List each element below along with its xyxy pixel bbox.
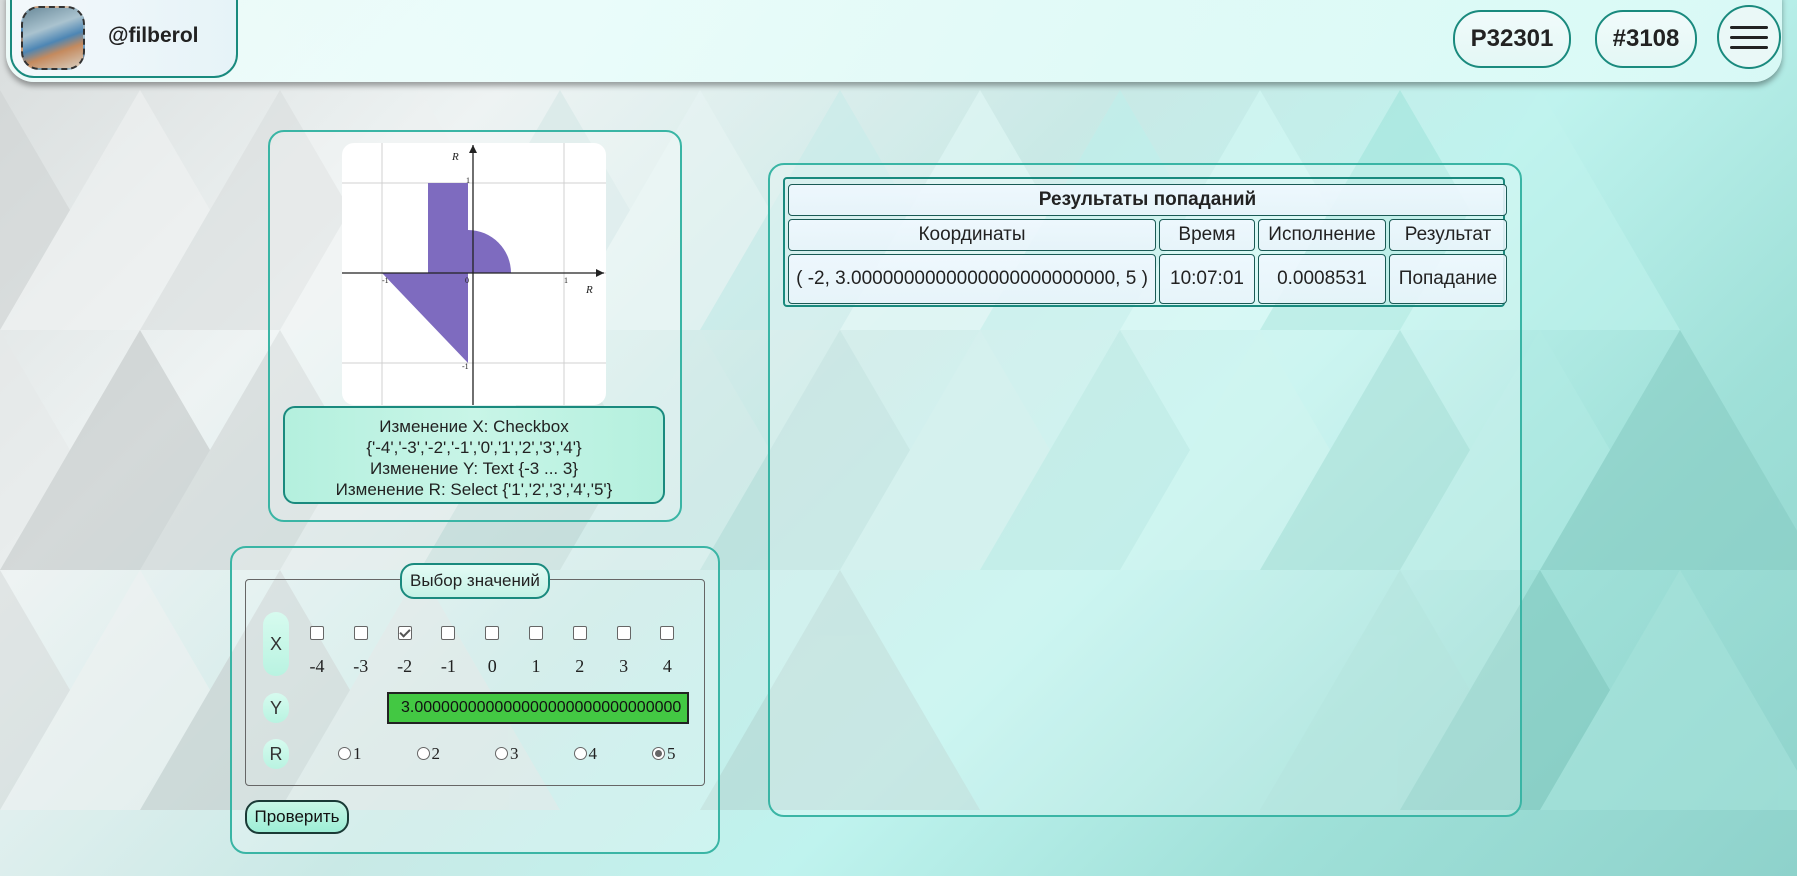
results-table: Результаты попаданий Координаты Время Ис… bbox=[785, 181, 1510, 307]
r-radio[interactable] bbox=[573, 747, 587, 760]
x-checkbox-label: 3 bbox=[619, 656, 629, 676]
x-checkbox[interactable] bbox=[353, 626, 368, 640]
avatar[interactable] bbox=[21, 6, 85, 70]
username: @filberol bbox=[108, 24, 199, 47]
r-radio[interactable] bbox=[652, 747, 665, 760]
r-row-label: R bbox=[263, 739, 289, 769]
x-checkbox-label: 2 bbox=[575, 656, 585, 676]
r-radio-label: 5 bbox=[667, 744, 676, 763]
info-line-y: Изменение Y: Text {-3 ... 3} bbox=[369, 459, 579, 478]
col-execution: Исполнение bbox=[1258, 219, 1386, 251]
tick-neg1-left: -1 bbox=[382, 276, 389, 285]
x-checkbox[interactable] bbox=[572, 626, 587, 640]
axis-r-top: R bbox=[451, 151, 459, 163]
axis-r-right: R bbox=[585, 284, 593, 296]
tick-1-top: 1 bbox=[466, 176, 470, 185]
r-radio[interactable] bbox=[338, 747, 351, 760]
graph-area-quarter-circle bbox=[468, 230, 511, 273]
r-radio-label: 3 bbox=[510, 744, 519, 763]
cell-time: 10:07:01 bbox=[1159, 254, 1255, 304]
results-title: Результаты попаданий bbox=[788, 184, 1507, 216]
cell-result: Попадание bbox=[1389, 254, 1507, 304]
x-checkbox-label: 4 bbox=[662, 656, 672, 676]
col-time: Время bbox=[1159, 219, 1255, 251]
group-badge[interactable]: P32301 bbox=[1453, 10, 1571, 68]
check-button[interactable]: Проверить bbox=[245, 800, 349, 834]
area-graph[interactable]: -1 1 1 -1 0 R R bbox=[342, 143, 606, 405]
r-radio-label: 2 bbox=[431, 744, 441, 763]
graph-area-triangle bbox=[382, 273, 468, 363]
x-checkbox[interactable] bbox=[529, 626, 543, 640]
info-line-x: Изменение X: Checkbox bbox=[379, 417, 569, 436]
x-checkbox[interactable] bbox=[485, 626, 500, 640]
x-row-label: X bbox=[263, 612, 289, 676]
info-line-x-values: {'-4','-3','-2','-1','0','1','2','3','4'… bbox=[366, 438, 582, 457]
cell-execution: 0.0008531 bbox=[1258, 254, 1386, 304]
tick-1-right: 1 bbox=[564, 276, 568, 285]
info-line-r: Изменение R: Select {'1','2','3','4','5'… bbox=[335, 480, 613, 499]
cell-coordinates: ( -2, 3.0000000000000000000000000, 5 ) bbox=[788, 254, 1156, 304]
x-checkbox[interactable] bbox=[616, 626, 631, 640]
x-checkbox[interactable] bbox=[310, 626, 324, 640]
col-result: Результат bbox=[1389, 219, 1507, 251]
values-fieldset bbox=[245, 579, 705, 786]
x-checkbox[interactable] bbox=[660, 626, 675, 640]
table-row: ( -2, 3.0000000000000000000000000, 5 ) 1… bbox=[788, 254, 1507, 304]
x-checkbox[interactable] bbox=[397, 626, 412, 640]
y-input[interactable] bbox=[387, 692, 689, 724]
variant-info-box: Изменение X: Checkbox {'-4','-3','-2','-… bbox=[283, 406, 665, 504]
r-radio-label: 1 bbox=[353, 744, 362, 763]
graph-svg: -1 1 1 -1 0 R R bbox=[342, 143, 606, 405]
fieldset-legend: Выбор значений bbox=[400, 563, 550, 599]
x-checkbox-label: -2 bbox=[397, 656, 413, 676]
x-checkbox-label: 1 bbox=[531, 656, 541, 676]
variant-badge[interactable]: #3108 bbox=[1595, 10, 1697, 68]
hamburger-menu-icon[interactable] bbox=[1717, 5, 1781, 69]
x-checkbox-label: 0 bbox=[487, 656, 497, 676]
r-radio-label: 4 bbox=[588, 744, 598, 763]
col-coordinates: Координаты bbox=[788, 219, 1156, 251]
y-row-label: Y bbox=[263, 693, 289, 723]
origin-label: 0 bbox=[465, 276, 469, 285]
x-checkbox[interactable] bbox=[441, 626, 456, 640]
graph-area-rect bbox=[428, 183, 468, 273]
x-checkbox-label: -1 bbox=[440, 656, 456, 676]
x-checkbox-label: -3 bbox=[353, 656, 369, 676]
r-radio[interactable] bbox=[416, 747, 430, 760]
r-radio[interactable] bbox=[495, 747, 508, 760]
tick-neg1-bottom: -1 bbox=[462, 362, 469, 371]
x-checkbox-label: -4 bbox=[309, 656, 325, 676]
